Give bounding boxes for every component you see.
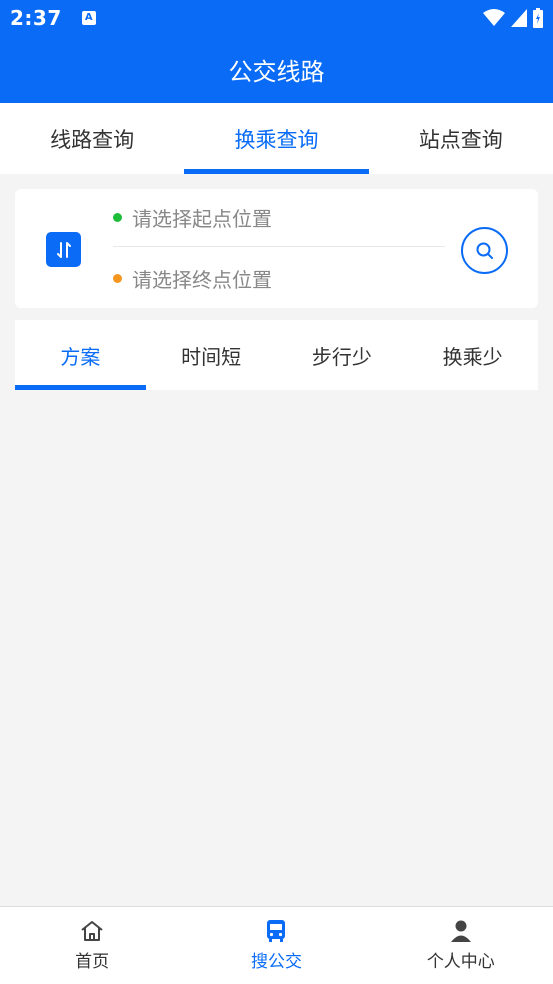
start-location-field[interactable]: 请选择起点位置 <box>113 189 445 247</box>
home-icon <box>81 921 103 941</box>
nav-label: 首页 <box>75 952 110 972</box>
end-dot-icon <box>113 273 122 283</box>
start-dot-icon <box>113 213 122 222</box>
search-icon <box>476 242 493 259</box>
page-title: 公交线路 <box>228 58 325 86</box>
nav-search-bus[interactable]: 搜公交 <box>184 907 368 984</box>
wifi-icon <box>483 9 505 26</box>
query-tabs: 线路查询 换乘查询 站点查询 <box>0 103 553 174</box>
end-location-placeholder: 请选择终点位置 <box>132 267 272 292</box>
swap-button[interactable] <box>46 232 81 267</box>
plan-sort-tabs: 方案 时间短 步行少 换乘少 <box>15 320 538 390</box>
nav-home[interactable]: 首页 <box>0 907 184 984</box>
tab-plan[interactable]: 方案 <box>15 320 146 390</box>
tab-station-query[interactable]: 站点查询 <box>369 103 553 174</box>
tab-fewer-transfers[interactable]: 换乘少 <box>407 320 538 390</box>
tab-less-walking[interactable]: 步行少 <box>277 320 408 390</box>
tab-label: 线路查询 <box>50 127 135 152</box>
battery-icon <box>533 8 543 28</box>
route-input-card: 请选择起点位置 请选择终点位置 <box>15 189 538 308</box>
nav-profile[interactable]: 个人中心 <box>369 907 553 984</box>
app-title-bar: 公交线路 <box>0 36 553 103</box>
nav-label: 搜公交 <box>250 952 302 972</box>
bus-icon <box>267 920 286 942</box>
signal-icon <box>511 9 527 27</box>
notification-icon: A <box>81 11 96 25</box>
status-icons <box>483 8 543 28</box>
status-bar: 2:37 A <box>0 0 553 36</box>
search-button[interactable] <box>461 227 508 274</box>
end-location-field[interactable]: 请选择终点位置 <box>113 249 445 307</box>
tab-label: 站点查询 <box>418 127 503 152</box>
tab-label: 换乘查询 <box>234 127 319 152</box>
sort-tab-label: 方案 <box>60 344 101 369</box>
sort-tab-label: 时间短 <box>181 344 242 369</box>
sort-tab-label: 换乘少 <box>442 344 503 369</box>
tab-shortest-time[interactable]: 时间短 <box>146 320 277 390</box>
nav-label: 个人中心 <box>426 952 495 972</box>
status-time: 2:37 <box>10 6 62 30</box>
sort-tab-label: 步行少 <box>311 344 372 369</box>
person-icon <box>450 920 471 942</box>
tab-transfer-query[interactable]: 换乘查询 <box>184 103 369 174</box>
swap-arrows-icon <box>56 241 71 258</box>
bottom-navigation: 首页 搜公交 个人中心 <box>0 906 553 984</box>
tab-line-query[interactable]: 线路查询 <box>0 103 184 174</box>
start-location-placeholder: 请选择起点位置 <box>132 207 272 231</box>
